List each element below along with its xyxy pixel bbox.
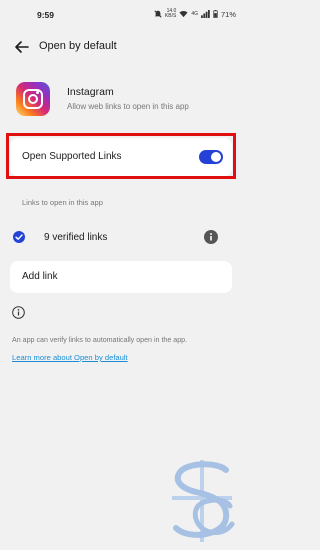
- footer-description: An app can verify links to automatically…: [12, 336, 188, 344]
- wifi-icon: [179, 11, 188, 18]
- app-header: Instagram Allow web links to open in thi…: [0, 78, 246, 124]
- network-type: 4G: [191, 11, 198, 17]
- app-name: Instagram: [67, 86, 114, 98]
- add-link-label: Add link: [22, 271, 58, 282]
- network-speed: 14.0 KB/S: [164, 8, 177, 19]
- instagram-logo-icon: [16, 82, 50, 116]
- arrow-left-icon: [15, 41, 29, 53]
- app-description: Allow web links to open in this app: [67, 102, 189, 111]
- info-outline-icon: [12, 306, 25, 319]
- back-button[interactable]: [11, 37, 33, 57]
- battery-percent: 71%: [220, 9, 236, 19]
- learn-more-link[interactable]: Learn more about Open by default: [12, 353, 128, 362]
- verified-links-label: 9 verified links: [44, 232, 108, 243]
- status-bar: 9:59 14.0 KB/S 4G 71%: [0, 0, 246, 30]
- signal-icon: [201, 10, 210, 18]
- status-time: 9:59: [37, 10, 55, 20]
- highlight-box: [6, 133, 236, 179]
- status-icons: 14.0 KB/S 4G 71%: [154, 9, 236, 19]
- top-bar: Open by default: [0, 32, 246, 62]
- watermark-logo-icon: [172, 460, 235, 542]
- info-icon[interactable]: [204, 230, 218, 244]
- links-section-label: Links to open in this app: [22, 198, 103, 207]
- page-title: Open by default: [39, 40, 117, 52]
- check-circle-icon: [13, 231, 25, 243]
- mute-icon: [154, 10, 162, 18]
- battery-icon: [213, 10, 218, 18]
- verified-links-row[interactable]: 9 verified links: [0, 225, 246, 251]
- add-link-button[interactable]: Add link: [10, 261, 232, 293]
